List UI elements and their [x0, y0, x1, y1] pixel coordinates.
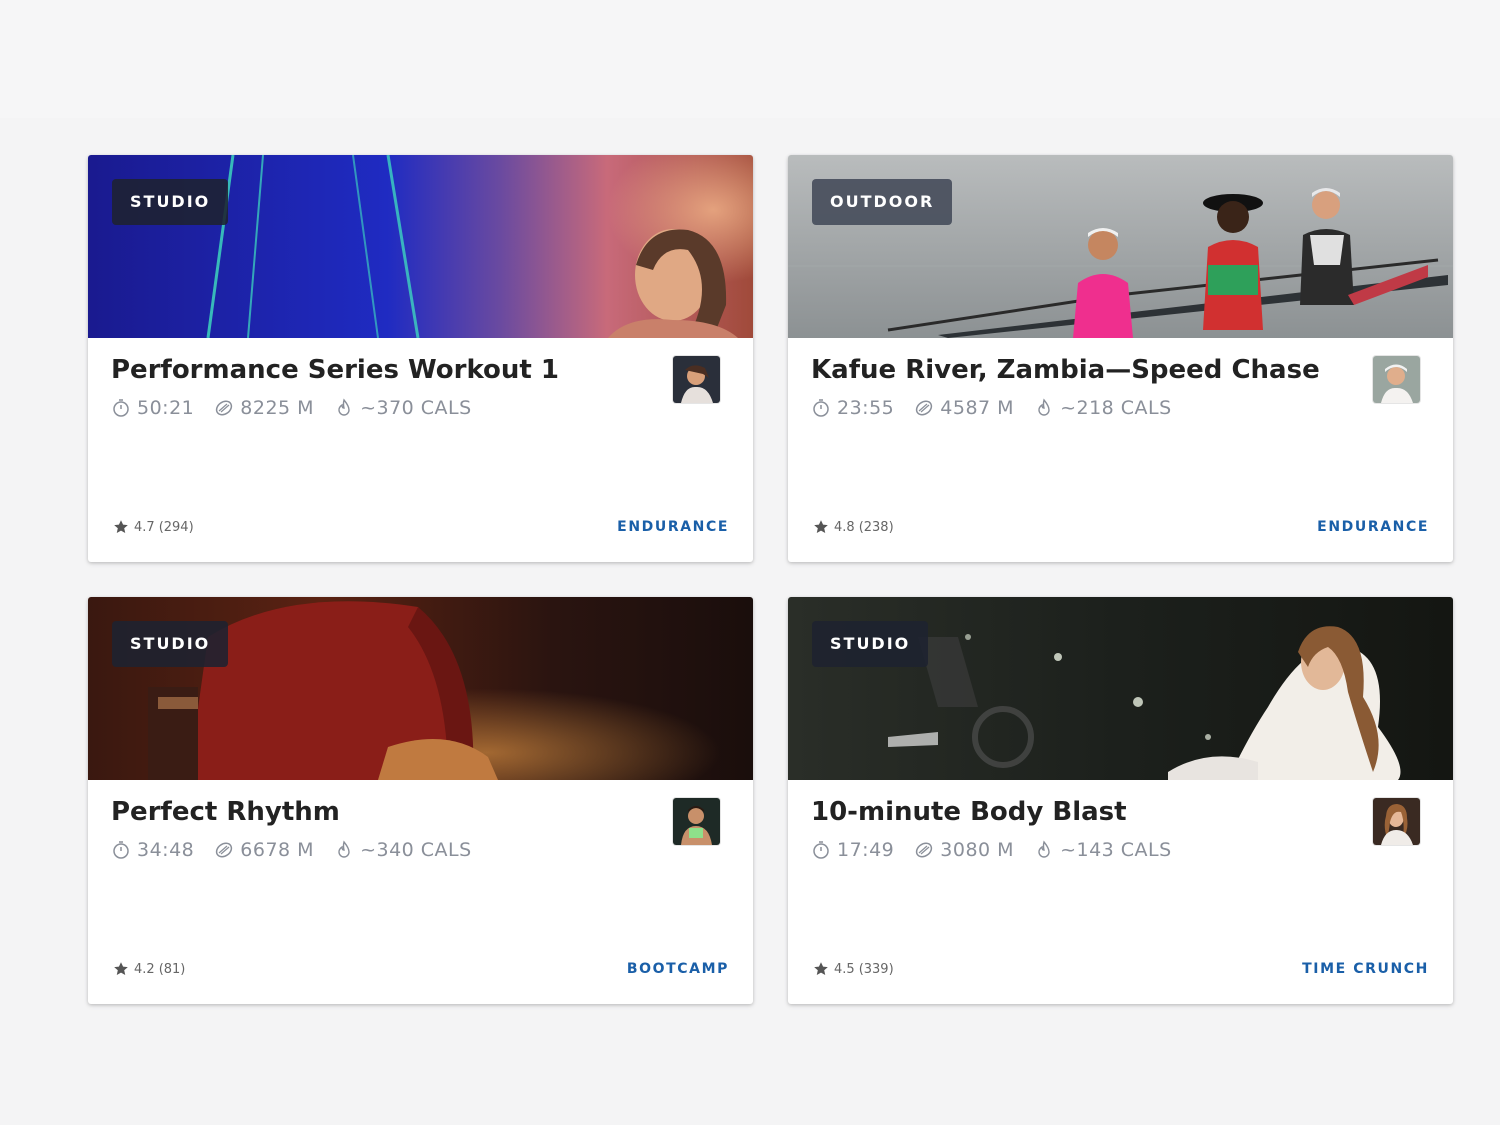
duration-value: 23:55: [837, 397, 895, 419]
workout-card[interactable]: STUDIO 10-minute Body Blast 17:49 3080 M: [788, 597, 1453, 1004]
distance-value: 4587 M: [940, 397, 1015, 419]
distance-value: 8225 M: [240, 397, 315, 419]
duration-value: 17:49: [837, 839, 895, 861]
workout-thumbnail[interactable]: OUTDOOR: [788, 155, 1453, 338]
rating: 4.2 (81): [113, 961, 185, 977]
rating-value: 4.7: [134, 519, 155, 535]
flame-icon: [338, 840, 350, 858]
duration-stat: 50:21: [111, 397, 194, 419]
workout-stats: 34:48 6678 M ~340 CALS: [111, 839, 492, 861]
workout-title[interactable]: Performance Series Workout 1: [111, 355, 559, 385]
rating-count: (238): [858, 519, 894, 535]
instructor-avatar[interactable]: [673, 798, 720, 845]
star-icon: [814, 520, 828, 533]
workout-thumbnail[interactable]: STUDIO: [788, 597, 1453, 780]
workout-category[interactable]: ENDURANCE: [1317, 519, 1429, 535]
rating: 4.8 (238): [813, 519, 894, 535]
calories-stat: ~218 CALS: [1034, 397, 1172, 419]
workout-category[interactable]: ENDURANCE: [617, 519, 729, 535]
duration-stat: 17:49: [811, 839, 894, 861]
distance-value: 3080 M: [940, 839, 1015, 861]
rating: 4.7 (294): [113, 519, 194, 535]
category-badge: STUDIO: [112, 179, 229, 225]
instructor-avatar[interactable]: [1373, 798, 1420, 845]
workout-thumbnail[interactable]: STUDIO: [88, 155, 753, 338]
distance-value: 6678 M: [240, 839, 315, 861]
flame-icon: [1038, 840, 1050, 858]
workout-title[interactable]: 10-minute Body Blast: [811, 797, 1127, 827]
instructor-avatar[interactable]: [673, 356, 720, 403]
distance-icon: [216, 842, 233, 858]
duration-value: 34:48: [137, 839, 195, 861]
distance-stat: 8225 M: [214, 397, 314, 419]
calories-stat: ~143 CALS: [1034, 839, 1172, 861]
calories-value: ~218 CALS: [1060, 397, 1172, 419]
rating-count: (81): [158, 961, 186, 977]
workout-card[interactable]: STUDIO Perfect Rhythm 34:48 6678 M ~340 …: [88, 597, 753, 1004]
duration-stat: 23:55: [811, 397, 894, 419]
calories-stat: ~370 CALS: [334, 397, 472, 419]
workout-card[interactable]: STUDIO Performance Series Workout 1 50:2…: [88, 155, 753, 562]
category-badge: OUTDOOR: [812, 179, 953, 225]
duration-value: 50:21: [137, 397, 195, 419]
calories-value: ~340 CALS: [360, 839, 472, 861]
rating: 4.5 (339): [813, 961, 894, 977]
stopwatch-icon: [813, 399, 829, 417]
distance-stat: 3080 M: [914, 839, 1014, 861]
distance-icon: [916, 400, 933, 416]
workout-category[interactable]: BOOTCAMP: [627, 961, 729, 977]
distance-stat: 6678 M: [214, 839, 314, 861]
workout-stats: 17:49 3080 M ~143 CALS: [811, 839, 1192, 861]
distance-icon: [916, 842, 933, 858]
rating-count: (339): [858, 961, 894, 977]
calories-value: ~143 CALS: [1060, 839, 1172, 861]
workout-grid: STUDIO Performance Series Workout 1 50:2…: [88, 155, 1453, 1005]
star-icon: [114, 520, 128, 533]
workout-card[interactable]: OUTDOOR Kafue River, Zambia—Speed Chase …: [788, 155, 1453, 562]
workout-category[interactable]: TIME CRUNCH: [1302, 961, 1429, 977]
workout-stats: 50:21 8225 M ~370 CALS: [111, 397, 492, 419]
stopwatch-icon: [113, 399, 129, 417]
stopwatch-icon: [113, 841, 129, 859]
flame-icon: [1038, 398, 1050, 416]
workout-title[interactable]: Kafue River, Zambia—Speed Chase: [811, 355, 1320, 385]
distance-icon: [216, 400, 233, 416]
category-badge: STUDIO: [112, 621, 229, 667]
workout-stats: 23:55 4587 M ~218 CALS: [811, 397, 1192, 419]
rating-count: (294): [158, 519, 194, 535]
duration-stat: 34:48: [111, 839, 194, 861]
calories-stat: ~340 CALS: [334, 839, 472, 861]
star-icon: [814, 962, 828, 975]
rating-value: 4.8: [834, 519, 855, 535]
distance-stat: 4587 M: [914, 397, 1014, 419]
workout-title[interactable]: Perfect Rhythm: [111, 797, 340, 827]
stopwatch-icon: [813, 841, 829, 859]
calories-value: ~370 CALS: [360, 397, 472, 419]
flame-icon: [338, 398, 350, 416]
rating-value: 4.2: [134, 961, 155, 977]
star-icon: [114, 962, 128, 975]
instructor-avatar[interactable]: [1373, 356, 1420, 403]
rating-value: 4.5: [834, 961, 855, 977]
category-badge: STUDIO: [812, 621, 929, 667]
workout-thumbnail[interactable]: STUDIO: [88, 597, 753, 780]
